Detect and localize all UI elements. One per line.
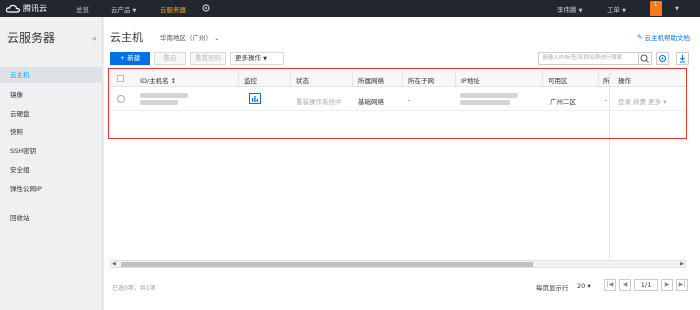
- ticket-menu[interactable]: 工单 ▼: [607, 4, 626, 14]
- edit-icon: ✎: [637, 33, 643, 41]
- settings-gear-icon[interactable]: [656, 52, 669, 65]
- sidebar-item-disk[interactable]: 云硬盘: [0, 106, 103, 122]
- more-actions-label: 更多操作: [235, 54, 261, 62]
- tencent-cloud-logo[interactable]: 腾讯云: [6, 3, 47, 14]
- download-icon[interactable]: [676, 52, 689, 65]
- sidebar-item-eip[interactable]: 弹性公网IP: [0, 181, 103, 197]
- per-page-label: 每页显示行: [536, 284, 569, 292]
- help-doc-link[interactable]: ✎ 云主机帮助文档: [637, 32, 690, 42]
- user-menu[interactable]: 李伟鹏 ▼: [557, 4, 582, 14]
- sidebar-item-recycle-bin[interactable]: 回收站: [0, 210, 103, 226]
- gear-icon[interactable]: [201, 3, 211, 13]
- sidebar-item-security-group[interactable]: 安全组: [0, 162, 103, 178]
- main-content: 云主机 华南地区（广州） ⌄ ✎ 云主机帮助文档 + 新建 重启 重置密码 更多…: [104, 17, 700, 310]
- sidebar-item-cvm[interactable]: 云主机: [0, 67, 103, 83]
- sidebar-item-image[interactable]: 镜像: [0, 87, 103, 103]
- chevron-down-icon: ▼: [578, 8, 583, 14]
- chevron-down-icon: ▼: [132, 8, 137, 14]
- nav-products[interactable]: 云产品 ▼: [111, 4, 136, 14]
- prev-page-icon[interactable]: ◀: [619, 279, 631, 291]
- sidebar-item-ssh-key[interactable]: SSH密钥: [0, 143, 103, 159]
- scroll-left-arrow-icon[interactable]: ◀: [112, 261, 116, 267]
- mail-count-badge: 1: [654, 2, 658, 8]
- scrollbar-thumb[interactable]: [121, 262, 533, 267]
- cloud-logo-icon: [6, 4, 20, 13]
- per-page-select[interactable]: 20 ▾: [577, 282, 591, 290]
- horizontal-scrollbar[interactable]: ◀ ▶: [110, 260, 686, 268]
- region-selector[interactable]: 华南地区（广州） ⌄: [160, 32, 220, 42]
- reset-password-button[interactable]: 重置密码: [190, 52, 226, 65]
- scroll-right-arrow-icon[interactable]: ▶: [680, 261, 684, 267]
- new-instance-button[interactable]: + 新建: [110, 52, 150, 65]
- region-label: 华南地区（广州）: [160, 34, 212, 42]
- help-doc-label: 云主机帮助文档: [644, 34, 691, 42]
- sidebar-item-snapshot[interactable]: 快照: [0, 124, 103, 140]
- last-page-icon[interactable]: ▶|: [676, 279, 688, 291]
- top-navbar: 腾讯云 总览 云产品 ▼ 云服务器 李伟鹏 ▼ 工单 ▼ 1 ▼: [0, 0, 700, 17]
- brand-name: 腾讯云: [23, 4, 47, 13]
- chevron-down-icon: ⌄: [214, 34, 220, 42]
- highlight-box: [108, 68, 687, 139]
- nav-overview[interactable]: 总览: [76, 4, 89, 14]
- chevron-down-icon: ▼: [263, 56, 267, 62]
- page-indicator[interactable]: 1/1: [634, 279, 658, 291]
- ticket-label: 工单: [607, 6, 620, 14]
- chevron-down-icon: ▼: [675, 6, 679, 12]
- selection-summary: 已选0项，共1项: [112, 285, 156, 292]
- next-page-icon[interactable]: ▶: [661, 279, 673, 291]
- chevron-down-icon: ▼: [622, 8, 626, 14]
- nav-cvm[interactable]: 云服务器: [160, 4, 186, 14]
- username: 李伟鹏: [557, 6, 577, 14]
- page-title: 云主机: [110, 31, 143, 44]
- nav-products-label: 云产品: [111, 6, 131, 14]
- search-icon[interactable]: [638, 52, 652, 65]
- restart-button[interactable]: 重启: [154, 52, 186, 65]
- collapse-icon[interactable]: «: [92, 34, 97, 43]
- more-caret[interactable]: ▼: [675, 4, 679, 12]
- more-actions-dropdown[interactable]: 更多操作 ▼: [230, 52, 284, 65]
- sidebar: 云服务器 « 云主机 镜像 云硬盘 快照 SSH密钥 安全组 弹性公网IP 回收…: [0, 17, 103, 310]
- sidebar-title: 云服务器: [7, 31, 56, 45]
- first-page-icon[interactable]: |◀: [604, 279, 616, 291]
- search-input[interactable]: 请输入IP/标签/实例名称进行搜索: [538, 52, 652, 65]
